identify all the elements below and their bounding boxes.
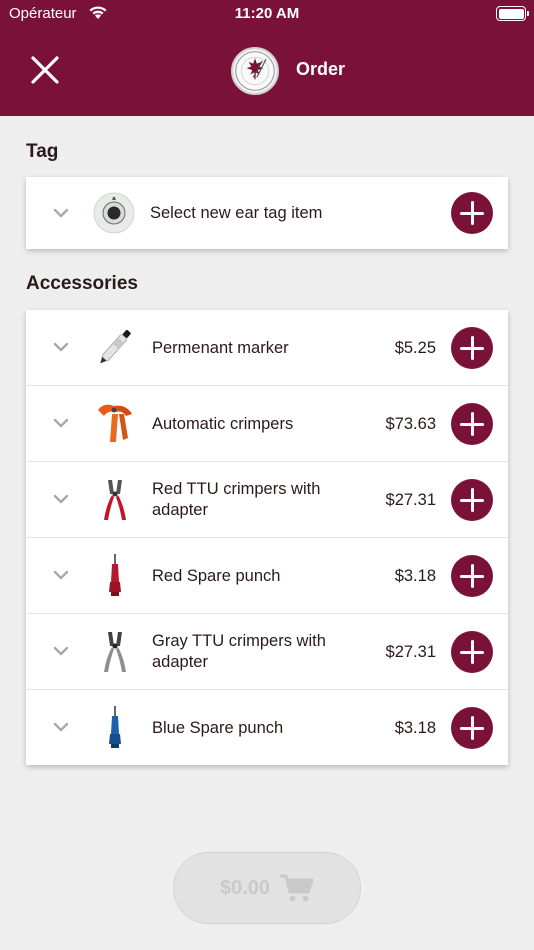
tag-item-name: Select new ear tag item [150,203,323,222]
close-icon[interactable] [28,53,62,87]
item-name: Gray TTU crimpers with adapter [152,632,326,671]
add-item-button[interactable] [451,555,493,597]
item-name: Red TTU crimpers with adapter [152,480,321,519]
chevron-down-icon[interactable] [52,207,70,219]
page-title: Order [296,59,346,79]
chevron-down-icon[interactable] [52,645,70,657]
item-price: $5.25 [394,338,436,357]
cart-button[interactable]: $0.00 [173,852,361,924]
add-tag-button[interactable] [451,192,493,234]
tag-card: Select new ear tag item [26,177,508,249]
tag-select-row[interactable]: Select new ear tag item [26,177,508,249]
automatic-crimpers-icon [98,404,132,442]
list-item[interactable]: Automatic crimpers $73.63 [26,386,508,462]
marker-icon [100,330,131,364]
app-header: Opérateur 11:20 AM Order [0,0,534,116]
item-name: Permenant marker [152,338,289,357]
cart-total: $0.00 [219,876,271,899]
add-item-button[interactable] [451,707,493,749]
item-name: Red Spare punch [152,566,281,585]
accessories-card: Permenant marker $5.25 Automatic crimper… [26,310,508,765]
chevron-down-icon[interactable] [52,569,70,581]
item-price: $3.18 [394,718,436,737]
item-name: Blue Spare punch [152,718,284,737]
item-price: $27.31 [385,490,436,509]
chevron-down-icon[interactable] [52,493,70,505]
gray-crimpers-icon [104,632,126,672]
chevron-down-icon[interactable] [52,417,70,429]
list-item[interactable]: Red TTU crimpers with adapter $27.31 [26,462,508,538]
battery-icon [496,6,529,21]
status-time: 11:20 AM [234,5,300,22]
add-item-button[interactable] [451,631,493,673]
status-bar: Opérateur 11:20 AM [0,0,534,30]
add-item-button[interactable] [451,479,493,521]
accessories-section-title: Accessories [26,273,138,294]
list-item[interactable]: Blue Spare punch $3.18 [26,690,508,766]
blue-punch-icon [109,706,121,748]
list-item[interactable]: Gray TTU crimpers with adapter $27.31 [26,614,508,690]
chevron-down-icon[interactable] [52,721,70,733]
add-item-button[interactable] [451,327,493,369]
ear-tag-icon [93,192,135,234]
item-name: Automatic crimpers [152,414,294,433]
cart-icon [280,874,314,902]
add-item-button[interactable] [451,403,493,445]
item-price: $73.63 [385,414,436,433]
chevron-down-icon[interactable] [52,341,70,353]
item-price: $3.18 [394,566,436,585]
item-price: $27.31 [385,642,436,661]
red-crimpers-icon [104,480,126,520]
tag-section-title: Tag [26,141,59,162]
list-item[interactable]: Red Spare punch $3.18 [26,538,508,614]
list-item[interactable]: Permenant marker $5.25 [26,310,508,386]
brand-logo [231,47,279,95]
red-punch-icon [109,554,121,596]
